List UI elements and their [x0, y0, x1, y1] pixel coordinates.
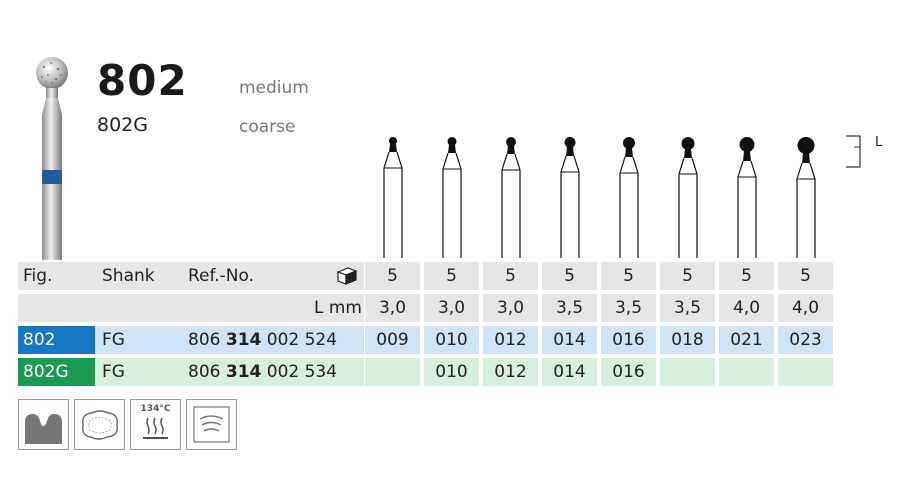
col-fig: Fig. [23, 266, 53, 286]
grit-coarse-label: coarse [239, 117, 296, 137]
shank-fg: FG [102, 330, 125, 350]
length-cell: 4,0 [778, 294, 833, 322]
pack-quantity-cell: 5 [719, 262, 774, 290]
size-cell: 023 [778, 326, 833, 354]
size-cell: 010 [424, 326, 479, 354]
pack-quantity-cell: 5 [424, 262, 479, 290]
ref-number: 806 314 002 524 [188, 330, 338, 350]
table-row: 802G FG 806 314 002 534 010 012 014 016 [18, 358, 840, 386]
length-cell: 3,5 [660, 294, 715, 322]
size-cell: 021 [719, 326, 774, 354]
bur-drawing [500, 137, 521, 258]
pack-quantity-cell: 5 [778, 262, 833, 290]
prep-outline-icon [74, 399, 125, 450]
bur-drawing [677, 137, 698, 258]
length-label: L mm [314, 298, 362, 318]
tooth-icon [18, 399, 69, 450]
length-cell: 3,0 [365, 294, 420, 322]
pack-quantity-cell: 5 [365, 262, 420, 290]
bur-drawing [441, 137, 462, 258]
size-cell: 018 [660, 326, 715, 354]
fig-802: 802 [23, 330, 56, 350]
pack-quantity-cell: 5 [542, 262, 597, 290]
size-cell [365, 358, 420, 386]
bur-drawing [559, 137, 580, 258]
length-cell: 3,0 [424, 294, 479, 322]
ultrasonic-icon [186, 399, 237, 450]
model-variant: 802G [97, 114, 148, 136]
sterilization-icon: 134°C [130, 399, 181, 450]
model-number: 802 [97, 56, 188, 105]
size-cell: 016 [601, 358, 656, 386]
size-cell [719, 358, 774, 386]
bur-drawing [736, 137, 757, 258]
length-cell: 3,5 [601, 294, 656, 322]
size-cell [778, 358, 833, 386]
pack-quantity-cell: 5 [601, 262, 656, 290]
length-cell: 3,5 [542, 294, 597, 322]
grit-medium-label: medium [239, 78, 309, 98]
length-cell: 3,0 [483, 294, 538, 322]
length-row: L mm 3,0 3,0 3,0 3,5 3,5 3,5 4,0 4,0 [18, 294, 840, 322]
bur-drawing [618, 137, 639, 258]
size-cell: 010 [424, 358, 479, 386]
size-cell: 016 [601, 326, 656, 354]
size-cell: 012 [483, 326, 538, 354]
size-cell [660, 358, 715, 386]
col-ref: Ref.-No. [188, 266, 255, 286]
length-cell: 4,0 [719, 294, 774, 322]
size-cell: 012 [483, 358, 538, 386]
table-row: 802 FG 806 314 002 524 009 010 012 014 016 01… [18, 326, 840, 354]
ref-number: 806 314 002 534 [188, 362, 338, 382]
bur-drawing [795, 137, 816, 258]
bur-photo [36, 57, 68, 260]
size-cell: 014 [542, 326, 597, 354]
fig-802g: 802G [23, 362, 69, 382]
length-marker: L [875, 135, 883, 150]
col-shank: Shank [102, 266, 155, 286]
pack-quantity-cell: 5 [483, 262, 538, 290]
size-cell: 014 [542, 358, 597, 386]
bur-drawing [382, 137, 403, 258]
pack-quantity-cell: 5 [660, 262, 715, 290]
shank-fg: FG [102, 362, 125, 382]
size-cell: 009 [365, 326, 420, 354]
table-header-row: Fig. Shank Ref.-No. 55555555 [18, 262, 840, 290]
package-icon [336, 267, 358, 285]
